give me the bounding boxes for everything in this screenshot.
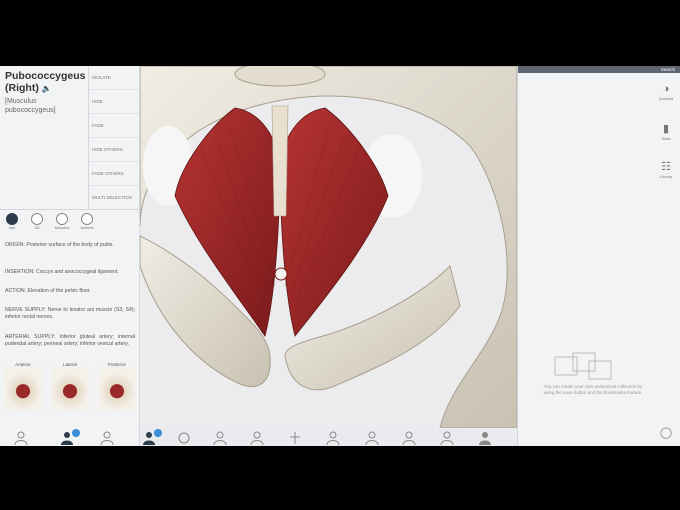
latin-name-line2: pubococcygeus] — [5, 107, 56, 114]
structure-title: Pubococcygeus (Right) 🔈 — [5, 70, 88, 95]
help-button[interactable]: ◯ — [654, 426, 678, 446]
anal-opening — [274, 267, 288, 281]
menu-multi-selection[interactable]: Multi selection — [89, 186, 139, 210]
right-pubococcygeus[interactable] — [279, 107, 389, 337]
stats-label: Stats — [661, 136, 671, 141]
system-toolbar — [0, 428, 517, 446]
pelvic-floor-model — [140, 66, 517, 428]
profile-icon[interactable] — [478, 431, 492, 445]
thumbnail-anterior-image — [4, 367, 42, 411]
model-viewport[interactable] — [140, 66, 517, 428]
menu-hide-others[interactable]: Hide others — [89, 138, 139, 162]
cube-icon — [31, 213, 43, 225]
nervous-icon[interactable] — [250, 431, 264, 446]
insertion-text: INSERTION: Coccyx and anococcygeal ligam… — [5, 269, 119, 275]
collections-panel: Search ◑ Quizzes ▮ Stats ☷ Library You c… — [517, 66, 680, 446]
action-menu: Isolate Hide Fade Hide others Fade other… — [88, 66, 139, 210]
help-icon: ◯ — [659, 427, 673, 439]
person-icon[interactable] — [14, 431, 28, 446]
group-icon[interactable] — [60, 429, 80, 445]
arterial-supply-text: ARTERIAL SUPPLY: Inferior gluteal artery… — [5, 334, 135, 347]
menu-hide[interactable]: Hide — [89, 90, 139, 114]
thumbnail-lateral[interactable]: Lateral — [51, 362, 89, 414]
selection-badge — [72, 429, 80, 437]
sacrum-bone — [234, 66, 326, 87]
app-frame: Pubococcygeus (Right) 🔈 [Musculus puboco… — [0, 66, 680, 446]
latin-name-line1: [Musculus — [5, 98, 37, 105]
view-actions-button[interactable]: Actions — [75, 212, 99, 236]
menu-isolate[interactable]: Isolate — [89, 66, 139, 90]
search-label: Search — [660, 67, 675, 72]
view-actions-label: Actions — [80, 225, 94, 230]
empty-collection-note: You can create your own anatomical colle… — [543, 384, 643, 395]
view-thumbnails: Anterior Lateral Posterior — [4, 362, 136, 422]
action-text: ACTION: Elevation of the pelvic floor. — [5, 288, 91, 294]
thumbnail-posterior[interactable]: Posterior — [98, 362, 136, 414]
info-icon — [6, 213, 18, 225]
view-info-label: Info — [8, 225, 16, 230]
quiz-icon: ◑ — [662, 83, 670, 95]
action-figure-icon — [81, 213, 93, 225]
empty-collection-icon — [554, 352, 612, 380]
view-3d-button[interactable]: 3D — [25, 212, 49, 236]
respiratory-icon[interactable] — [326, 431, 340, 446]
urinary-icon[interactable] — [402, 431, 416, 446]
selection-badge-2 — [154, 429, 162, 437]
menu-fade-others[interactable]: Fade others — [89, 162, 139, 186]
view-info-button[interactable]: Info — [0, 212, 24, 236]
thumbnail-posterior-image — [98, 367, 136, 411]
view-muscles-button[interactable]: Muscles — [50, 212, 74, 236]
thumbnail-anterior[interactable]: Anterior — [4, 362, 42, 414]
title-block: Pubococcygeus (Right) 🔈 [Musculus puboco… — [0, 66, 88, 206]
digestive-icon[interactable] — [365, 431, 379, 446]
latin-name: [Musculus pubococcygeus] — [5, 97, 56, 115]
quizzes-label: Quizzes — [658, 96, 674, 101]
thumbnail-lateral-image — [51, 367, 89, 411]
origin-text: ORIGIN: Posterior surface of the body of… — [5, 242, 114, 248]
reproductive-icon[interactable] — [440, 431, 454, 446]
library-button[interactable]: ☷ Library — [654, 160, 678, 188]
quizzes-button[interactable]: ◑ Quizzes — [654, 82, 678, 110]
view-muscles-label: Muscles — [54, 225, 70, 230]
menu-fade[interactable]: Fade — [89, 114, 139, 138]
coccyx — [271, 105, 289, 217]
library-icon: ☷ — [661, 161, 671, 173]
view-3d-label: 3D — [34, 225, 40, 230]
stats-button[interactable]: ▮ Stats — [654, 122, 678, 150]
speaker-icon[interactable]: 🔈 — [42, 84, 52, 93]
skeleton-icon[interactable] — [177, 431, 191, 445]
view-mode-row: Info 3D Muscles Actions — [0, 209, 139, 238]
search-bar[interactable]: Search — [518, 66, 680, 73]
info-panel: Pubococcygeus (Right) 🔈 [Musculus puboco… — [0, 66, 140, 446]
group-icon-2[interactable] — [142, 429, 162, 445]
nerve-supply-text: NERVE SUPPLY: Nerve to levator ani muscl… — [5, 307, 135, 320]
muscle-icon[interactable] — [100, 431, 114, 446]
cardio-icon[interactable] — [213, 431, 227, 446]
library-label: Library — [659, 174, 673, 179]
muscle-figure-icon — [56, 213, 68, 225]
lymph-icon[interactable] — [288, 431, 302, 445]
stats-icon: ▮ — [662, 123, 670, 135]
